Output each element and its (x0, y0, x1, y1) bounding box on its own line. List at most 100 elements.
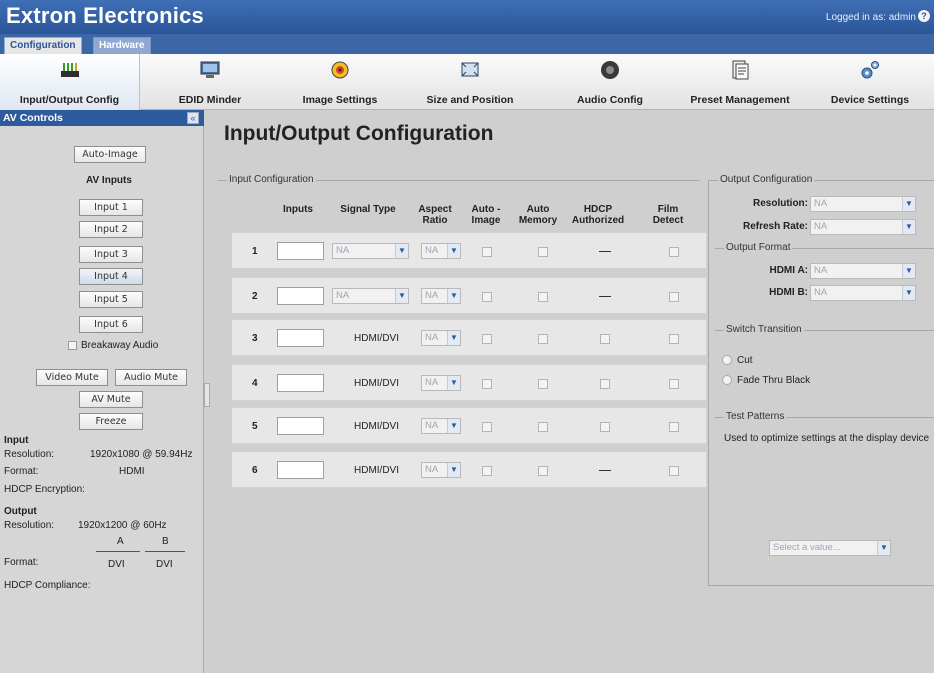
hdmi-b-select[interactable]: NA ▼ (810, 285, 916, 301)
col-auto-memory: Auto Memory (518, 204, 558, 226)
input-name-field[interactable] (277, 287, 324, 305)
signal-type-value: HDMI/DVI (354, 421, 399, 432)
breakaway-audio-checkbox[interactable] (68, 341, 77, 350)
test-pattern-placeholder: Select a value... (773, 542, 841, 553)
video-mute-button[interactable]: Video Mute (36, 369, 108, 386)
aspect-ratio-select[interactable]: NA ▼ (421, 330, 461, 346)
input-name-field[interactable] (277, 417, 324, 435)
signal-type-select[interactable]: NA ▼ (332, 243, 409, 259)
auto-memory-checkbox[interactable] (538, 422, 548, 432)
av-mute-button[interactable]: AV Mute (79, 391, 143, 408)
av-inputs-heading: AV Inputs (86, 175, 132, 186)
signal-type-value: NA (336, 245, 350, 256)
fade-thru-black-radio[interactable] (722, 375, 732, 385)
fade-thru-black-label: Fade Thru Black (737, 375, 811, 386)
hdcp-authorized-checkbox[interactable] (600, 334, 610, 344)
cut-radio[interactable] (722, 355, 732, 365)
output-col-b: B (162, 536, 169, 547)
toolbar-input-output-config[interactable]: Input/Output Config (0, 54, 140, 110)
toolbar-size-position[interactable]: Size and Position (420, 54, 520, 110)
auto-memory-checkbox[interactable] (538, 379, 548, 389)
resolution-label: Resolution: (753, 198, 808, 209)
signal-type-select[interactable]: NA ▼ (332, 288, 409, 304)
audio-mute-button[interactable]: Audio Mute (115, 369, 187, 386)
film-detect-checkbox[interactable] (669, 334, 679, 344)
toolbar-audio-config[interactable]: Audio Config (565, 54, 655, 110)
toolbar-device-settings[interactable]: Device Settings (820, 54, 920, 110)
collapse-icon[interactable]: « (187, 112, 199, 124)
hdcp-authorized-checkbox[interactable] (600, 422, 610, 432)
output-format-b: DVI (156, 559, 173, 570)
test-patterns-description: Used to optimize settings at the display… (724, 433, 930, 444)
film-detect-checkbox[interactable] (669, 247, 679, 257)
test-pattern-select[interactable]: Select a value... ▼ (769, 540, 891, 556)
input-6-button[interactable]: Input 6 (79, 316, 143, 333)
hdmi-a-value: NA (814, 265, 828, 276)
toolbar-edid-minder[interactable]: EDID Minder (165, 54, 255, 110)
table-row: 1 NA ▼ NA ▼ (231, 232, 707, 269)
input-5-button[interactable]: Input 5 (79, 291, 143, 308)
input-name-field[interactable] (277, 242, 324, 260)
monitor-icon (200, 61, 220, 78)
col-auto-image: Auto - Image (471, 204, 501, 226)
aspect-ratio-select[interactable]: NA ▼ (421, 243, 461, 259)
input-name-field[interactable] (277, 461, 324, 479)
resolution-select[interactable]: NA ▼ (810, 196, 916, 212)
tab-hardware[interactable]: Hardware (93, 37, 151, 54)
page-title: Input/Output Configuration (224, 122, 494, 145)
brand-title: Extron Electronics (6, 3, 204, 28)
hdmi-a-select[interactable]: NA ▼ (810, 263, 916, 279)
output-resolution-label: Resolution: (4, 520, 55, 531)
input-1-button[interactable]: Input 1 (79, 199, 143, 216)
auto-image-checkbox[interactable] (482, 379, 492, 389)
output-col-a: A (117, 536, 124, 547)
auto-memory-checkbox[interactable] (538, 334, 548, 344)
auto-image-checkbox[interactable] (482, 334, 492, 344)
freeze-button[interactable]: Freeze (79, 413, 143, 430)
row-number: 5 (252, 421, 258, 432)
aspect-ratio-select[interactable]: NA ▼ (421, 418, 461, 434)
chevron-down-icon: ▼ (447, 244, 460, 258)
hdmi-b-label: HDMI B: (769, 287, 808, 298)
hdcp-authorized-checkbox[interactable] (600, 379, 610, 389)
auto-memory-checkbox[interactable] (538, 247, 548, 257)
output-resolution-value: 1920x1200 @ 60Hz (78, 520, 167, 531)
toolbar-label: Device Settings (830, 94, 910, 106)
film-detect-checkbox[interactable] (669, 292, 679, 302)
input-3-button[interactable]: Input 3 (79, 246, 143, 263)
auto-image-button[interactable]: Auto-Image (74, 146, 146, 163)
input-2-button[interactable]: Input 2 (79, 221, 143, 238)
aspect-ratio-select[interactable]: NA ▼ (421, 375, 461, 391)
toolbar-preset-management[interactable]: Preset Management (690, 54, 790, 110)
aspect-ratio-select[interactable]: NA ▼ (421, 288, 461, 304)
auto-image-checkbox[interactable] (482, 292, 492, 302)
chevron-down-icon: ▼ (447, 289, 460, 303)
tab-configuration[interactable]: Configuration (4, 37, 82, 54)
film-detect-checkbox[interactable] (669, 422, 679, 432)
refresh-rate-select[interactable]: NA ▼ (810, 219, 916, 235)
col-aspect-ratio: Aspect Ratio (418, 204, 452, 226)
help-icon[interactable]: ? (918, 10, 930, 22)
input-name-field[interactable] (277, 329, 324, 347)
chevron-down-icon: ▼ (877, 541, 890, 555)
output-config-legend: Output Configuration (718, 174, 815, 185)
divider (96, 551, 140, 552)
film-detect-checkbox[interactable] (669, 379, 679, 389)
output-format-legend: Output Format (724, 242, 793, 253)
input-4-button[interactable]: Input 4 (79, 268, 143, 285)
film-detect-checkbox[interactable] (669, 466, 679, 476)
auto-memory-checkbox[interactable] (538, 466, 548, 476)
toolbar-label: Image Settings (302, 94, 378, 106)
input-name-field[interactable] (277, 374, 324, 392)
auto-memory-checkbox[interactable] (538, 292, 548, 302)
panel-resize-handle[interactable] (204, 383, 210, 407)
hdmi-a-label: HDMI A: (769, 265, 808, 276)
chevron-down-icon: ▼ (395, 289, 408, 303)
aspect-ratio-select[interactable]: NA ▼ (421, 462, 461, 478)
auto-image-checkbox[interactable] (482, 422, 492, 432)
hdcp-authorized-na (599, 251, 611, 252)
refresh-rate-value: NA (814, 221, 828, 232)
auto-image-checkbox[interactable] (482, 466, 492, 476)
toolbar-image-settings[interactable]: Image Settings (295, 54, 385, 110)
auto-image-checkbox[interactable] (482, 247, 492, 257)
